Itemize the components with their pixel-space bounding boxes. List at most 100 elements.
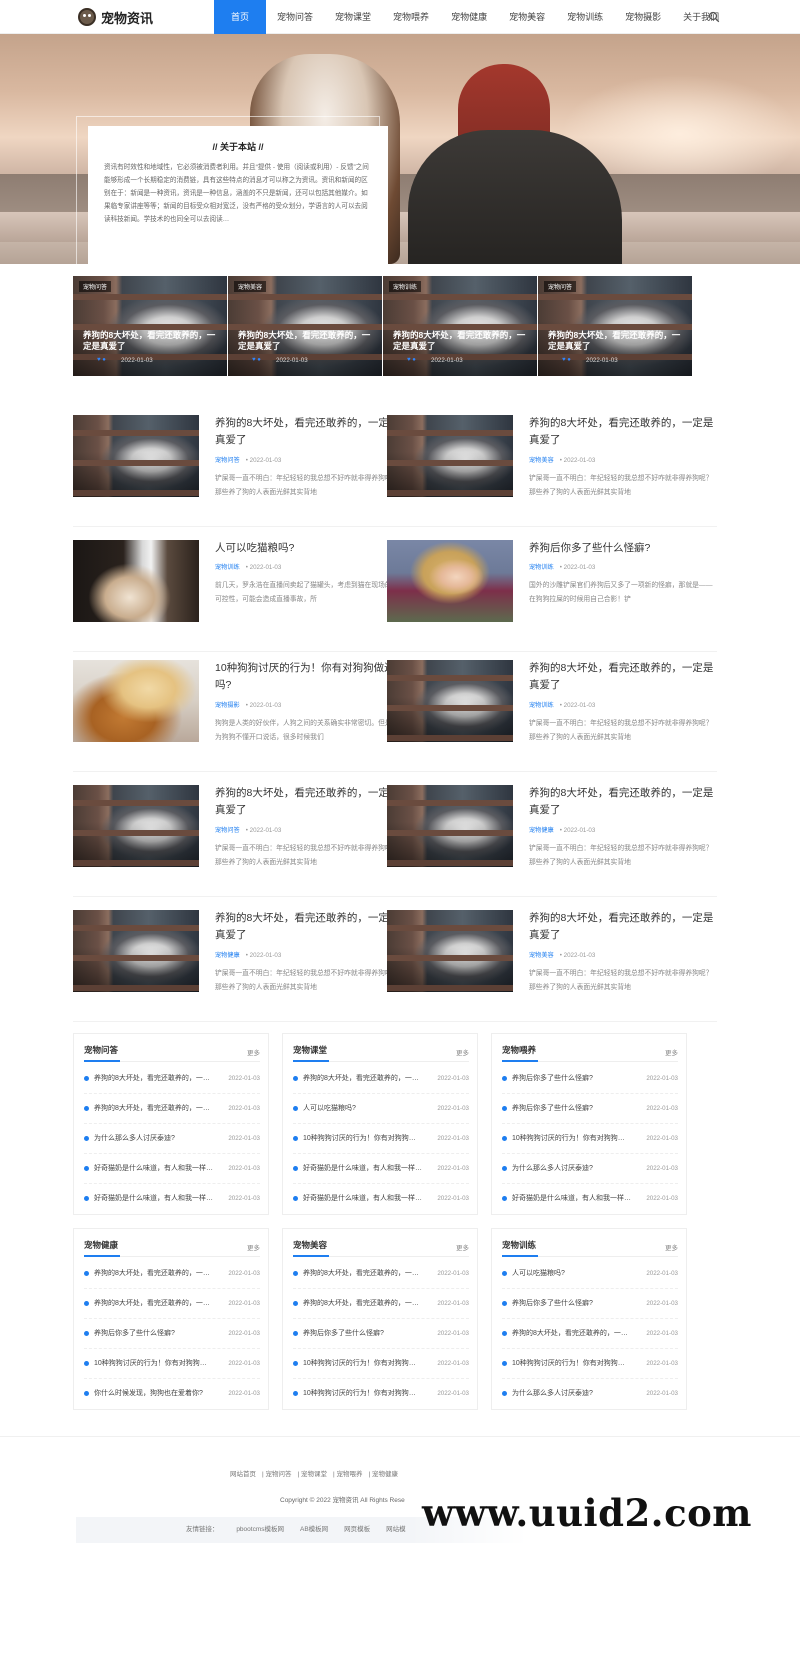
list-item[interactable]: 好奇猫奶是什么味道，有人和我一样… 2022-01-03 <box>293 1184 469 1214</box>
list-item[interactable]: 为什么那么多人讨厌泰迪? 2022-01-03 <box>502 1379 678 1409</box>
article-item[interactable]: 养狗的8大坏处，看完还敢养的，一定是真爱了 宠物健康 • 2022-01-03 铲屎哥… <box>387 785 717 897</box>
category-box-title[interactable]: 宠物美容 <box>293 1239 330 1257</box>
list-item[interactable]: 养狗的8大坏处，看完还敢养的，一… 2022-01-03 <box>84 1289 260 1319</box>
friend-link[interactable]: AB模板网 <box>300 1526 328 1533</box>
list-item-title[interactable]: 养狗后你多了些什么怪癖? <box>512 1064 634 1094</box>
list-item[interactable]: 你什么时候发现，狗狗也在爱着你? 2022-01-03 <box>84 1379 260 1409</box>
list-item[interactable]: 养狗后你多了些什么怪癖? 2022-01-03 <box>84 1319 260 1349</box>
article-category[interactable]: 宠物美容 <box>529 952 554 959</box>
article-thumbnail[interactable] <box>387 660 513 742</box>
list-item-title[interactable]: 为什么那么多人讨厌泰迪? <box>512 1379 634 1409</box>
article-title[interactable]: 养狗的8大坏处，看完还敢养的，一定是真爱了 <box>529 415 715 449</box>
list-item[interactable]: 10种狗狗讨厌的行为！你有对狗狗… 2022-01-03 <box>502 1124 678 1154</box>
footer-link[interactable]: 网站首页 <box>230 1471 256 1478</box>
article-item[interactable]: 养狗的8大坏处，看完还敢养的，一定是真爱了 宠物问答 • 2022-01-03 铲屎哥… <box>73 785 403 897</box>
article-title[interactable]: 养狗的8大坏处，看完还敢养的，一定是真爱了 <box>529 660 715 694</box>
featured-card[interactable]: 宠物问答 养狗的8大坏处，看完还敢养的，一定是真爱了 ♥ ● 2022-01-03 <box>73 276 227 376</box>
article-category[interactable]: 宠物美容 <box>529 457 554 464</box>
nav-item[interactable]: 宠物美容 <box>498 0 556 34</box>
list-item-title[interactable]: 为什么那么多人讨厌泰迪? <box>94 1124 216 1154</box>
list-item[interactable]: 好奇猫奶是什么味道，有人和我一样… 2022-01-03 <box>84 1154 260 1184</box>
list-item-title[interactable]: 好奇猫奶是什么味道，有人和我一样… <box>94 1154 216 1184</box>
logo[interactable]: 宠物资讯 <box>78 7 153 27</box>
more-link[interactable]: 更多 <box>247 1047 260 1057</box>
footer-link[interactable]: | 宠物课堂 <box>298 1471 328 1478</box>
article-category[interactable]: 宠物训练 <box>529 702 554 709</box>
article-category[interactable]: 宠物摄影 <box>215 702 240 709</box>
nav-item[interactable]: 宠物课堂 <box>324 0 382 34</box>
list-item[interactable]: 养狗的8大坏处，看完还敢养的，一… 2022-01-03 <box>293 1289 469 1319</box>
category-box-title[interactable]: 宠物喂养 <box>502 1044 539 1062</box>
article-title[interactable]: 养狗的8大坏处，看完还敢养的，一定是真爱了 <box>529 785 715 819</box>
article-title[interactable]: 10种狗狗讨厌的行为！你有对狗狗做过吗? <box>215 660 401 694</box>
list-item-title[interactable]: 10种狗狗讨厌的行为！你有对狗狗… <box>303 1379 425 1409</box>
article-title[interactable]: 养狗的8大坏处，看完还敢养的，一定是真爱了 <box>215 415 401 449</box>
article-item[interactable]: 养狗的8大坏处，看完还敢养的，一定是真爱了 宠物健康 • 2022-01-03 铲屎哥… <box>73 910 403 1022</box>
list-item-title[interactable]: 养狗的8大坏处，看完还敢养的，一… <box>303 1289 425 1319</box>
featured-title[interactable]: 养狗的8大坏处，看完还敢养的，一定是真爱了 <box>548 330 684 352</box>
nav-item[interactable]: 首页 <box>214 0 267 34</box>
nav-item[interactable]: 宠物问答 <box>266 0 324 34</box>
featured-title[interactable]: 养狗的8大坏处，看完还敢养的，一定是真爱了 <box>393 330 529 352</box>
featured-title[interactable]: 养狗的8大坏处，看完还敢养的，一定是真爱了 <box>238 330 374 352</box>
article-thumbnail[interactable] <box>73 910 199 992</box>
featured-card[interactable]: 宠物问答 养狗的8大坏处，看完还敢养的，一定是真爱了 ♥ ● 2022-01-03 <box>538 276 692 376</box>
list-item[interactable]: 人可以吃猫粮吗? 2022-01-03 <box>502 1259 678 1289</box>
article-item[interactable]: 养狗的8大坏处，看完还敢养的，一定是真爱了 宠物问答 • 2022-01-03 铲屎哥… <box>73 415 403 527</box>
search-icon[interactable] <box>708 11 720 23</box>
list-item-title[interactable]: 你什么时候发现，狗狗也在爱着你? <box>94 1379 216 1409</box>
article-category[interactable]: 宠物问答 <box>215 827 240 834</box>
list-item[interactable]: 10种狗狗讨厌的行为！你有对狗狗… 2022-01-03 <box>84 1349 260 1379</box>
list-item-title[interactable]: 好奇猫奶是什么味道，有人和我一样… <box>303 1184 425 1214</box>
article-category[interactable]: 宠物健康 <box>215 952 240 959</box>
featured-tag[interactable]: 宠物问答 <box>79 281 112 292</box>
footer-link[interactable]: | 宠物健康 <box>369 1471 399 1478</box>
list-item-title[interactable]: 10种狗狗讨厌的行为！你有对狗狗… <box>512 1124 634 1154</box>
list-item-title[interactable]: 好奇猫奶是什么味道，有人和我一样… <box>303 1154 425 1184</box>
list-item[interactable]: 10种狗狗讨厌的行为！你有对狗狗… 2022-01-03 <box>502 1349 678 1379</box>
article-thumbnail[interactable] <box>73 415 199 497</box>
list-item[interactable]: 养狗的8大坏处，看完还敢养的，一… 2022-01-03 <box>84 1259 260 1289</box>
list-item-title[interactable]: 养狗的8大坏处，看完还敢养的，一… <box>94 1259 216 1289</box>
list-item-title[interactable]: 10种狗狗讨厌的行为！你有对狗狗… <box>303 1349 425 1379</box>
list-item-title[interactable]: 10种狗狗讨厌的行为！你有对狗狗… <box>512 1349 634 1379</box>
article-item[interactable]: 养狗后你多了些什么怪癖? 宠物训练 • 2022-01-03 国外的沙雕铲屎官们养狗后… <box>387 540 717 652</box>
article-title[interactable]: 养狗的8大坏处，看完还敢养的，一定是真爱了 <box>529 910 715 944</box>
list-item-title[interactable]: 好奇猫奶是什么味道，有人和我一样… <box>512 1184 634 1214</box>
list-item[interactable]: 养狗后你多了些什么怪癖? 2022-01-03 <box>293 1319 469 1349</box>
featured-card[interactable]: 宠物训练 养狗的8大坏处，看完还敢养的，一定是真爱了 ♥ ● 2022-01-03 <box>383 276 537 376</box>
friend-link[interactable]: 网页模板 <box>344 1526 370 1533</box>
article-thumbnail[interactable] <box>73 785 199 867</box>
article-category[interactable]: 宠物训练 <box>215 564 240 571</box>
article-category[interactable]: 宠物训练 <box>529 564 554 571</box>
more-link[interactable]: 更多 <box>456 1047 469 1057</box>
nav-item[interactable]: 宠物健康 <box>440 0 498 34</box>
article-title[interactable]: 人可以吃猫粮吗? <box>215 540 401 557</box>
article-title[interactable]: 养狗的8大坏处，看完还敢养的，一定是真爱了 <box>215 910 401 944</box>
list-item[interactable]: 10种狗狗讨厌的行为！你有对狗狗… 2022-01-03 <box>293 1349 469 1379</box>
article-thumbnail[interactable] <box>387 540 513 622</box>
featured-card[interactable]: 宠物美容 养狗的8大坏处，看完还敢养的，一定是真爱了 ♥ ● 2022-01-03 <box>228 276 382 376</box>
list-item-title[interactable]: 养狗的8大坏处，看完还敢养的，一… <box>303 1259 425 1289</box>
article-item[interactable]: 人可以吃猫粮吗? 宠物训练 • 2022-01-03 前几天，罗永浩在直播间卖起了猫罐… <box>73 540 403 652</box>
list-item-title[interactable]: 养狗后你多了些什么怪癖? <box>303 1319 425 1349</box>
category-box-title[interactable]: 宠物健康 <box>84 1239 121 1257</box>
list-item-title[interactable]: 养狗的8大坏处，看完还敢养的，一… <box>94 1064 216 1094</box>
featured-tag[interactable]: 宠物美容 <box>234 281 267 292</box>
list-item-title[interactable]: 养狗的8大坏处，看完还敢养的，一… <box>512 1319 634 1349</box>
list-item-title[interactable]: 养狗后你多了些什么怪癖? <box>512 1289 634 1319</box>
article-title[interactable]: 养狗后你多了些什么怪癖? <box>529 540 715 557</box>
list-item-title[interactable]: 人可以吃猫粮吗? <box>303 1094 425 1124</box>
article-thumbnail[interactable] <box>387 415 513 497</box>
list-item[interactable]: 10种狗狗讨厌的行为！你有对狗狗… 2022-01-03 <box>293 1379 469 1409</box>
featured-title[interactable]: 养狗的8大坏处，看完还敢养的，一定是真爱了 <box>83 330 219 352</box>
article-thumbnail[interactable] <box>73 540 199 622</box>
article-thumbnail[interactable] <box>387 910 513 992</box>
list-item-title[interactable]: 养狗的8大坏处，看完还敢养的，一… <box>94 1094 216 1124</box>
more-link[interactable]: 更多 <box>665 1242 678 1252</box>
more-link[interactable]: 更多 <box>456 1242 469 1252</box>
list-item-title[interactable]: 10种狗狗讨厌的行为！你有对狗狗… <box>94 1349 216 1379</box>
list-item[interactable]: 养狗后你多了些什么怪癖? 2022-01-03 <box>502 1094 678 1124</box>
article-thumbnail[interactable] <box>73 660 199 742</box>
article-title[interactable]: 养狗的8大坏处，看完还敢养的，一定是真爱了 <box>215 785 401 819</box>
